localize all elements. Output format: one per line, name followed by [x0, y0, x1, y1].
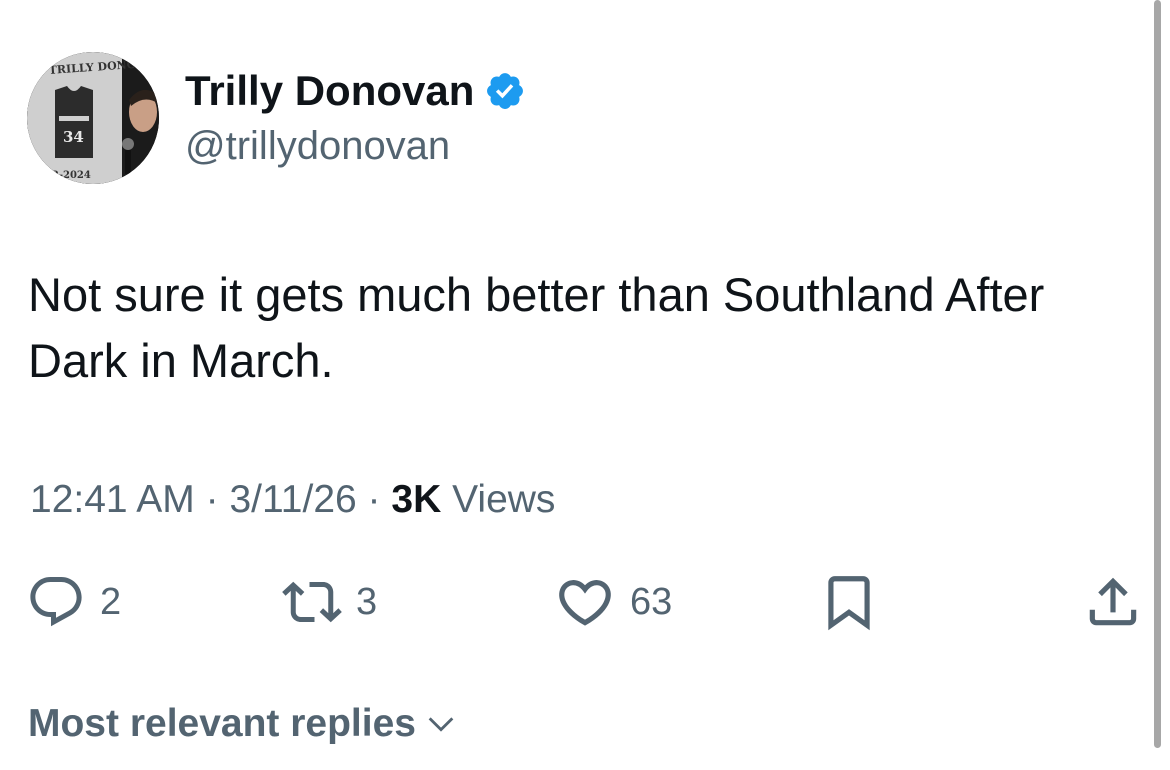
reply-icon — [30, 577, 82, 627]
reply-button[interactable]: 2 — [26, 570, 121, 634]
retweet-count: 3 — [356, 581, 378, 623]
tweet-time[interactable]: 12:41 AM — [30, 478, 195, 521]
views-count: 3K — [391, 478, 442, 521]
replies-sort-label: Most relevant replies — [28, 702, 416, 745]
chevron-down-icon — [428, 717, 454, 732]
display-name[interactable]: Trilly Donovan — [185, 66, 526, 116]
retweet-icon — [282, 581, 342, 623]
scrollbar[interactable] — [1154, 0, 1161, 748]
bookmark-button[interactable] — [818, 570, 880, 634]
replies-sort-dropdown[interactable]: Most relevant replies — [28, 700, 458, 748]
tweet-metadata: 12:41 AM · 3/11/26 · 3K Views — [30, 476, 555, 524]
avatar[interactable]: TRILLY DONOVAN 34 2022-2024 — [27, 52, 159, 184]
avatar-jersey-number: 34 — [63, 128, 84, 146]
like-button[interactable]: 63 — [554, 570, 672, 634]
avatar-years: 2022-2024 — [31, 170, 91, 181]
retweet-button[interactable]: 3 — [282, 570, 377, 634]
tweet-actions: 2 3 63 — [0, 570, 1170, 634]
meta-separator: · — [205, 478, 219, 521]
like-count: 63 — [630, 581, 673, 623]
reply-count: 2 — [100, 581, 122, 623]
user-handle[interactable]: @trillydonovan — [185, 122, 450, 170]
views-label: Views — [452, 478, 556, 521]
avatar-image: TRILLY DONOVAN 34 2022-2024 — [27, 52, 159, 184]
verified-badge-icon — [484, 70, 526, 112]
display-name-text[interactable]: Trilly Donovan — [185, 66, 474, 116]
tweet-text: Not sure it gets much better than Southl… — [28, 268, 1045, 387]
bookmark-icon — [828, 576, 870, 631]
share-icon — [1089, 577, 1137, 626]
meta-separator: · — [367, 478, 381, 521]
share-button[interactable] — [1082, 570, 1144, 634]
heart-icon — [559, 580, 611, 626]
tweet-date[interactable]: 3/11/26 — [229, 478, 356, 521]
